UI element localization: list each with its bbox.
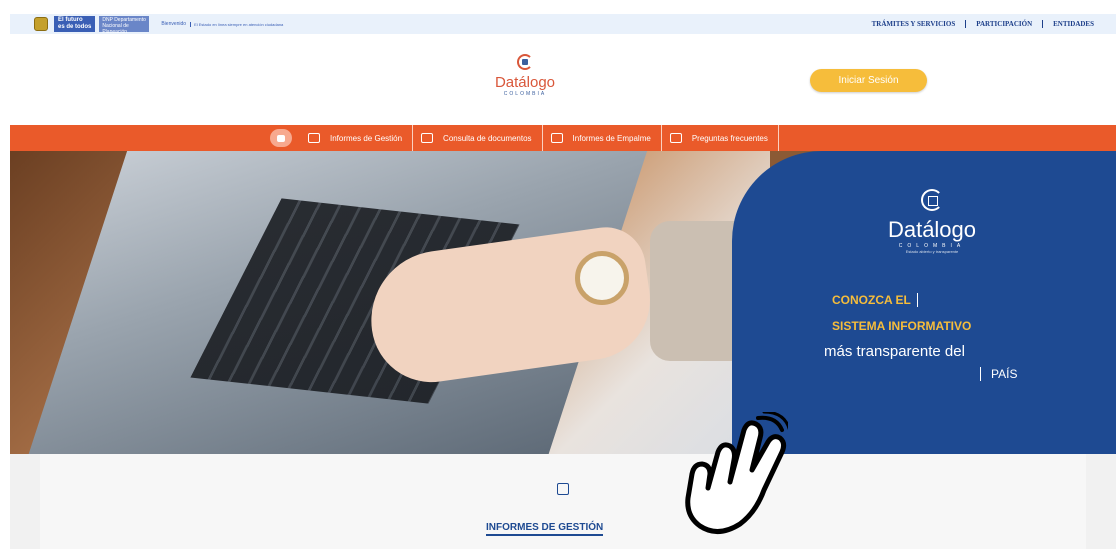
nav-label: Consulta de documentos xyxy=(443,133,532,143)
eye-icon xyxy=(669,133,682,143)
nav-label: Informes de Gestión xyxy=(330,133,403,143)
logo-title: Datálogo xyxy=(494,74,556,91)
hero-banner[interactable]: Datálogo COLOMBIA Estado abierto y trans… xyxy=(10,151,1116,454)
nav-label: Informes de Empalme xyxy=(572,133,651,143)
gov-logo[interactable]: El futuro es de todos DNP Departamento N… xyxy=(10,14,150,35)
gov-top-bar: El futuro es de todos DNP Departamento N… xyxy=(10,14,1116,35)
gov-badge-line2: es de todos xyxy=(58,24,92,30)
logo-country: COLOMBIA xyxy=(503,91,547,97)
link-entidades[interactable]: ENTIDADES xyxy=(1042,20,1104,28)
watch-image xyxy=(575,251,629,305)
main-nav-items: Informes de Gestión Consulta de document… xyxy=(270,125,787,151)
handshake-icon xyxy=(550,133,563,143)
nav-preguntas-frecuentes[interactable]: Preguntas frecuentes xyxy=(669,125,779,151)
nav-informes-gestion[interactable]: Informes de Gestión xyxy=(308,125,414,151)
section-title[interactable]: INFORMES DE GESTIÓN xyxy=(486,522,604,536)
gov-badge-line1: El futuro xyxy=(58,17,83,23)
link-tramites[interactable]: TRÁMITES Y SERVICIOS xyxy=(862,20,966,28)
gov-badge: El futuro es de todos xyxy=(54,16,96,32)
link-participacion[interactable]: PARTICIPACIÓN xyxy=(965,20,1042,28)
topbar-tiny-text: El Estado en línea siempre en atención c… xyxy=(190,21,283,27)
document-search-icon xyxy=(421,133,434,143)
welcome-label: Bienvenido xyxy=(161,21,187,27)
nav-informes-empalme[interactable]: Informes de Empalme xyxy=(550,125,662,151)
colombia-shield-icon xyxy=(34,17,48,31)
datalogo-mark-icon xyxy=(921,189,943,211)
gov-top-links: TRÁMITES Y SERVICIOS PARTICIPACIÓN ENTID… xyxy=(862,14,1104,34)
datalogo-logo[interactable]: Datálogo COLOMBIA xyxy=(480,54,570,114)
hero-line-1: CONOZCA EL xyxy=(832,293,918,307)
presentation-icon xyxy=(308,133,320,143)
datalogo-mark-icon xyxy=(517,54,533,70)
home-icon xyxy=(277,134,285,142)
hand-pointer-icon xyxy=(685,412,788,534)
hero-tagline-small: Estado abierto y transparente xyxy=(905,249,959,254)
hero-brand: Datálogo xyxy=(887,217,977,242)
nav-consulta-documentos[interactable]: Consulta de documentos xyxy=(421,125,543,151)
presentation-icon xyxy=(557,483,569,495)
login-button[interactable]: Iniciar Sesión xyxy=(810,69,927,92)
home-button[interactable] xyxy=(270,129,292,147)
dnp-badge[interactable]: DNP Departamento Nacional de Planeación xyxy=(99,16,150,35)
hero-line-2: SISTEMA INFORMATIVO xyxy=(832,319,972,333)
main-nav: Informes de Gestión Consulta de document… xyxy=(10,125,1116,151)
hero-photo xyxy=(10,151,770,454)
nav-label: Preguntas frecuentes xyxy=(691,133,768,143)
hero-line-4: PAÍS xyxy=(980,367,1017,381)
hero-line-3: más transparente del xyxy=(824,343,965,360)
hero-logo: Datálogo COLOMBIA Estado abierto y trans… xyxy=(872,189,992,254)
hero-panel: Datálogo COLOMBIA Estado abierto y trans… xyxy=(732,151,1116,454)
